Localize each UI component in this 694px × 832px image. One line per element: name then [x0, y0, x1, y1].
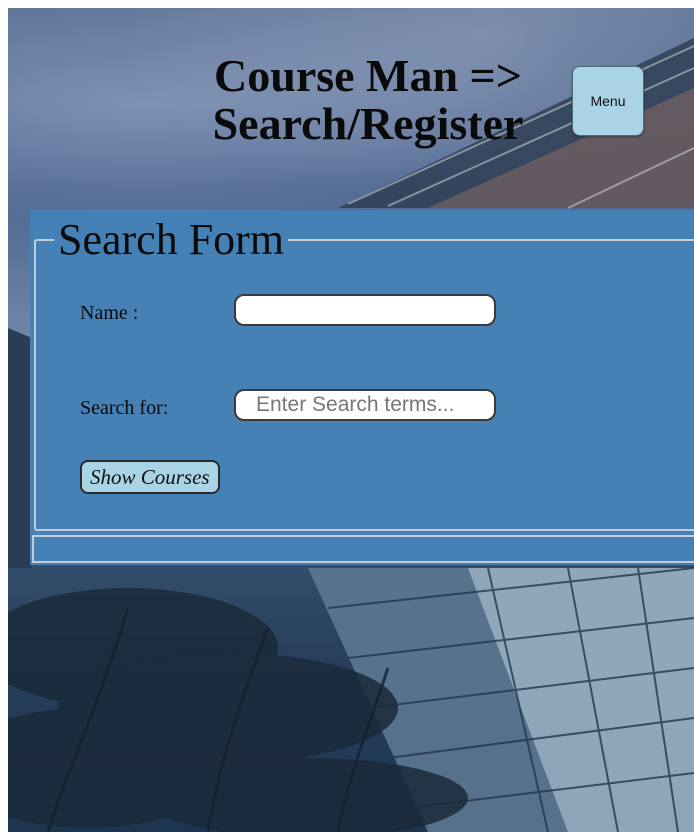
name-input[interactable] [234, 294, 496, 326]
search-form-legend: Search Form [54, 214, 289, 266]
search-for-label: Search for: [80, 397, 169, 419]
name-label: Name : [80, 302, 139, 324]
page-title-line2: Search/Register [212, 98, 524, 149]
show-courses-button[interactable]: Show Courses [80, 460, 220, 494]
page-title: Course Man => Search/Register [158, 52, 578, 148]
menu-button[interactable]: Menu [572, 66, 644, 136]
page-title-line1: Course Man => [214, 50, 522, 101]
search-terms-input[interactable] [234, 389, 496, 421]
form-footer-bar [32, 535, 694, 563]
search-form-panel: Search Form Name : Search for: Show Cour… [30, 210, 694, 565]
page-background: Course Man => Search/Register Menu Searc… [8, 8, 694, 832]
